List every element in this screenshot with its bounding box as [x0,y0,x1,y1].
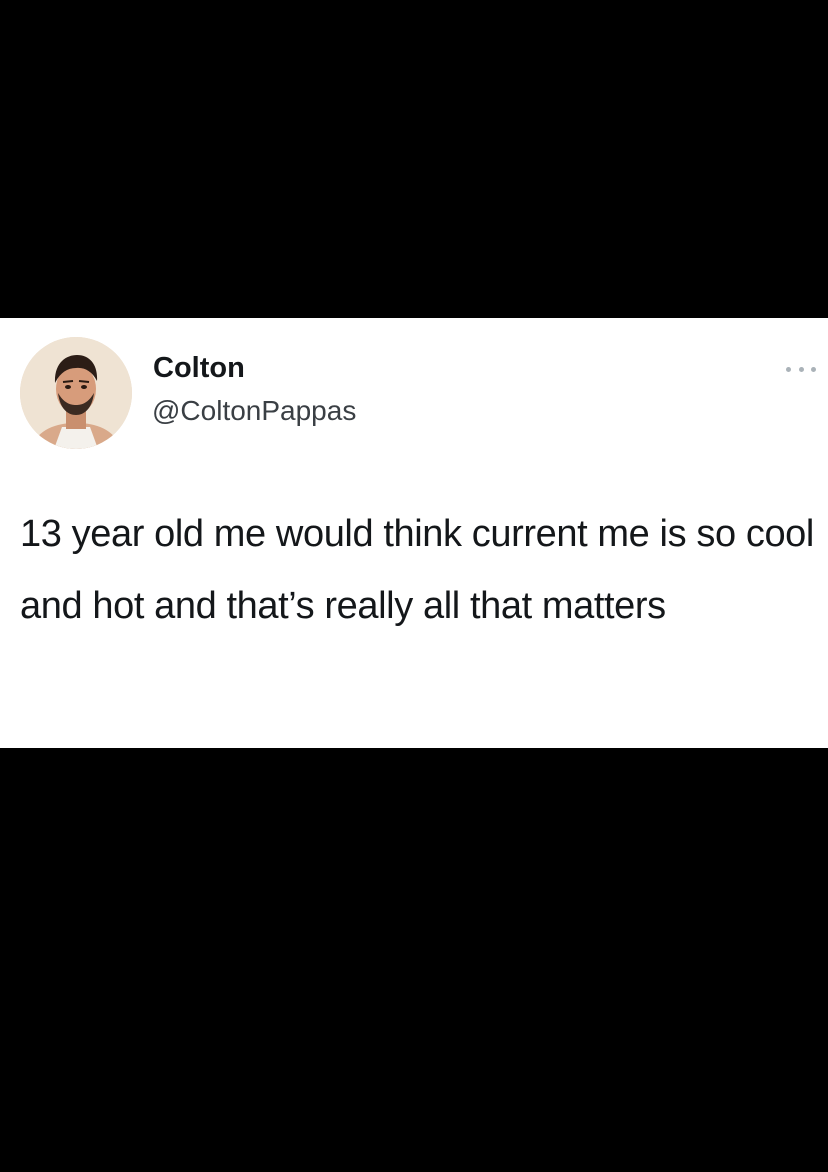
display-name[interactable]: Colton [153,354,245,383]
bottom-black-band [0,748,828,1172]
top-black-band [0,0,828,318]
tweet-text: 13 year old me would think current me is… [20,513,814,627]
avatar[interactable] [20,337,132,449]
profile-photo-icon [20,337,132,449]
user-handle[interactable]: @ColtonPappas [152,397,356,425]
tweet-card: Colton @ColtonPappas 13 year old me woul… [0,318,828,748]
more-options-icon [786,366,791,372]
more-options-button[interactable] [786,362,816,376]
more-options-dot [798,366,804,372]
more-options-dot [811,366,816,372]
